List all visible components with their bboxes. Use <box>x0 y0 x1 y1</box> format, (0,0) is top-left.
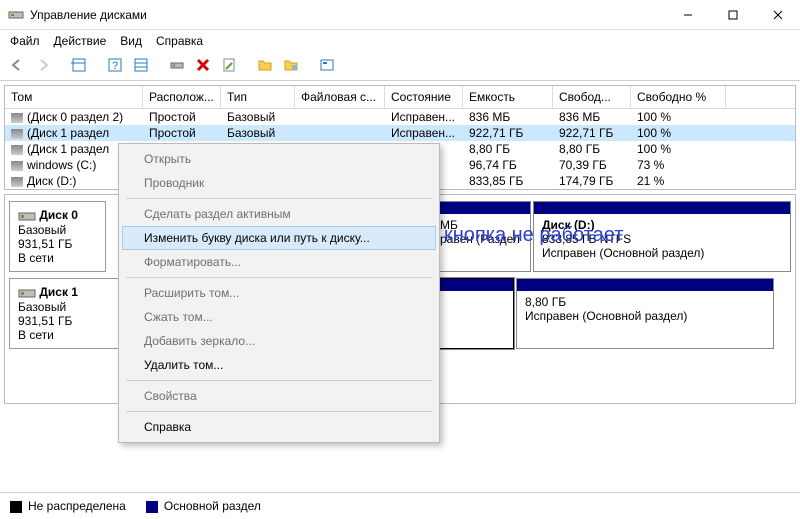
ctx-extend[interactable]: Расширить том... <box>122 281 436 305</box>
legend-unallocated: Не распределена <box>10 499 126 513</box>
svg-text:?: ? <box>112 60 118 72</box>
menubar: Файл Действие Вид Справка <box>0 30 800 52</box>
ctx-make-active[interactable]: Сделать раздел активным <box>122 202 436 226</box>
refresh-icon[interactable] <box>166 54 188 76</box>
ctx-help[interactable]: Справка <box>122 415 436 439</box>
toolbar-list-icon[interactable] <box>130 54 152 76</box>
col-loc[interactable]: Располож... <box>143 86 221 108</box>
delete-icon[interactable] <box>192 54 214 76</box>
ctx-format[interactable]: Форматировать... <box>122 250 436 274</box>
ctx-mirror[interactable]: Добавить зеркало... <box>122 329 436 353</box>
titlebar: Управление дисками <box>0 0 800 30</box>
volume-icon <box>11 161 23 171</box>
maximize-button[interactable] <box>710 0 755 30</box>
volume-row[interactable]: (Диск 1 разделПростойБазовыйИсправен...9… <box>5 125 795 141</box>
app-icon <box>8 7 24 23</box>
ctx-change-letter[interactable]: Изменить букву диска или путь к диску... <box>122 226 436 250</box>
toolbar-last-icon[interactable] <box>316 54 338 76</box>
volume-icon <box>11 129 23 139</box>
toolbar-view-icon[interactable] <box>68 54 90 76</box>
menu-view[interactable]: Вид <box>120 34 142 48</box>
properties-icon[interactable] <box>218 54 240 76</box>
disk-label[interactable]: Диск 0Базовый931,51 ГБВ сети <box>9 201 106 272</box>
context-menu: Открыть Проводник Сделать раздел активны… <box>118 143 440 443</box>
volume-row[interactable]: (Диск 0 раздел 2)ПростойБазовыйИсправен.… <box>5 109 795 125</box>
legend: Не распределена Основной раздел <box>0 492 800 519</box>
col-free[interactable]: Свобод... <box>553 86 631 108</box>
partition[interactable]: 8,80 ГБИсправен (Основной раздел) <box>516 278 774 349</box>
volume-icon <box>11 177 23 187</box>
col-type[interactable]: Тип <box>221 86 295 108</box>
col-state[interactable]: Состояние <box>385 86 463 108</box>
volume-list-header: Том Располож... Тип Файловая с... Состоя… <box>5 86 795 109</box>
legend-primary: Основной раздел <box>146 499 261 513</box>
menu-file[interactable]: Файл <box>10 34 40 48</box>
help-icon[interactable]: ? <box>104 54 126 76</box>
volume-icon <box>11 145 23 155</box>
toolbar: ? <box>0 52 800 81</box>
ctx-delete[interactable]: Удалить том... <box>122 353 436 377</box>
menu-help[interactable]: Справка <box>156 34 203 48</box>
ctx-open[interactable]: Открыть <box>122 147 436 171</box>
ctx-explorer[interactable]: Проводник <box>122 171 436 195</box>
folder-open-icon[interactable] <box>280 54 302 76</box>
back-button[interactable] <box>6 54 28 76</box>
folder-icon[interactable] <box>254 54 276 76</box>
menu-action[interactable]: Действие <box>54 34 107 48</box>
window-title: Управление дисками <box>30 8 665 22</box>
col-pct[interactable]: Свободно % <box>631 86 726 108</box>
ctx-properties[interactable]: Свойства <box>122 384 436 408</box>
disk-label[interactable]: Диск 1Базовый931,51 ГБВ сети <box>9 278 121 349</box>
forward-button[interactable] <box>32 54 54 76</box>
col-cap[interactable]: Емкость <box>463 86 553 108</box>
volume-icon <box>11 113 23 123</box>
col-tom[interactable]: Том <box>5 86 143 108</box>
minimize-button[interactable] <box>665 0 710 30</box>
annotation-text: кнопка не работает <box>444 224 623 247</box>
ctx-shrink[interactable]: Сжать том... <box>122 305 436 329</box>
close-button[interactable] <box>755 0 800 30</box>
col-fs[interactable]: Файловая с... <box>295 86 385 108</box>
